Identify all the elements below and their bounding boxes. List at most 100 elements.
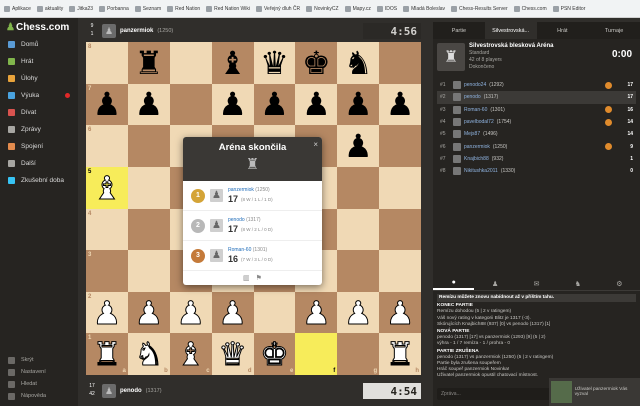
standings-player-name[interactable]: Roman-60: [464, 107, 487, 113]
board-square[interactable]: [253, 291, 296, 334]
standings-row[interactable]: #8 Nikitushka2011 (1330) 0: [437, 165, 636, 177]
avatar[interactable]: ♟: [102, 24, 116, 38]
white-pawn-icon[interactable]: ♟: [343, 296, 373, 329]
bookmark-item[interactable]: Red Nation: [167, 5, 200, 12]
white-pawn-icon[interactable]: ♟: [134, 296, 164, 329]
messages-tab-icon[interactable]: ✉: [516, 277, 557, 290]
board-square[interactable]: 2 ♟: [86, 291, 128, 334]
board-square[interactable]: 3: [86, 250, 128, 292]
result-player[interactable]: panzermiok (1250): [228, 187, 273, 193]
sidebar-bottom-item[interactable]: Nápověda: [0, 390, 78, 402]
board-square[interactable]: f: [295, 333, 338, 375]
black-pawn-icon[interactable]: ♟: [344, 130, 373, 162]
board-square[interactable]: [169, 83, 212, 126]
board-square[interactable]: ♟: [379, 83, 421, 126]
bookmark-item[interactable]: Chess.com: [513, 5, 547, 12]
white-knight-icon[interactable]: ♞: [134, 338, 164, 371]
close-icon[interactable]: ×: [313, 140, 318, 149]
board-square[interactable]: [127, 166, 170, 209]
bookmark-item[interactable]: Veřejný dluh ČR: [256, 5, 300, 12]
tab-2[interactable]: Hrát: [537, 22, 589, 39]
bookmark-item[interactable]: Mladá Boleslav: [403, 5, 445, 12]
board-square[interactable]: 6: [86, 125, 128, 167]
board-square[interactable]: ♟: [211, 291, 254, 334]
white-pawn-icon[interactable]: ♟: [385, 296, 415, 329]
board-square[interactable]: [169, 42, 212, 84]
challenge-notification[interactable]: Uživatel panzermiok Vás vyzval: [549, 378, 640, 406]
board-square[interactable]: [337, 166, 380, 209]
tab-1[interactable]: Silvestrovská...: [484, 22, 537, 39]
sidebar-item[interactable]: Dívat: [0, 104, 78, 121]
sidebar-bottom-item[interactable]: Hledat: [0, 378, 78, 390]
players-tab-icon[interactable]: ♟: [474, 277, 515, 290]
white-rook-icon[interactable]: ♜: [385, 338, 415, 371]
chat-tab-icon[interactable]: ●: [433, 277, 475, 290]
board-square[interactable]: ♛: [253, 42, 296, 84]
bookmark-item[interactable]: Chess-Results Server: [450, 5, 508, 12]
sidebar-item[interactable]: Spojení: [0, 138, 78, 155]
bookmark-item[interactable]: Porbanna: [99, 5, 129, 12]
white-bishop-icon[interactable]: ♝: [176, 338, 206, 371]
board-square[interactable]: g: [337, 333, 380, 375]
white-rook-icon[interactable]: ♜: [92, 338, 122, 371]
standings-icon[interactable]: ▥: [243, 274, 250, 282]
standings-row[interactable]: #4 pavelbodal72 (1754) 14: [437, 116, 636, 128]
sidebar-item[interactable]: Hrát: [0, 53, 78, 70]
avatar[interactable]: ♟: [102, 384, 116, 398]
black-pawn-icon[interactable]: ♟: [302, 88, 331, 120]
sidebar-item[interactable]: Zprávy: [0, 121, 78, 138]
standings-row[interactable]: #1 penodo24 (1292) 17: [437, 79, 636, 91]
top-player-name[interactable]: panzermiok: [120, 28, 153, 34]
sidebar-bottom-item[interactable]: Skrýt: [0, 354, 78, 366]
sidebar-item[interactable]: Výuka: [0, 87, 78, 104]
board-square[interactable]: 4: [86, 208, 128, 251]
standings-player-name[interactable]: penodo24: [464, 82, 486, 88]
result-player[interactable]: penodo (1317): [228, 217, 273, 223]
board-square[interactable]: [337, 250, 380, 292]
board-square[interactable]: ♟: [211, 83, 254, 126]
bookmark-item[interactable]: aktuality: [36, 5, 63, 12]
board-square[interactable]: [127, 125, 170, 167]
board-square[interactable]: 5 ♝: [86, 166, 128, 209]
black-knight-icon[interactable]: ♞: [344, 47, 373, 79]
board-square[interactable]: [379, 42, 421, 84]
black-pawn-icon[interactable]: ♟: [134, 88, 163, 120]
board-square[interactable]: d ♛: [211, 333, 254, 375]
board-square[interactable]: [379, 125, 421, 167]
standings-player-name[interactable]: pavelbodal72: [464, 119, 494, 125]
board-square[interactable]: [379, 166, 421, 209]
white-pawn-icon[interactable]: ♟: [176, 296, 206, 329]
tab-3[interactable]: Turnaje: [588, 22, 640, 39]
standings-row[interactable]: #3 Roman-60 (1301) 16: [437, 104, 636, 116]
black-rook-icon[interactable]: ♜: [134, 47, 163, 79]
board-square[interactable]: ♟: [127, 83, 170, 126]
board-square[interactable]: ♞: [337, 42, 380, 84]
board-square[interactable]: 8: [86, 42, 128, 84]
board-square[interactable]: ♟: [379, 291, 421, 334]
white-pawn-icon[interactable]: ♟: [301, 296, 331, 329]
board-square[interactable]: e ♚: [253, 333, 296, 375]
board-square[interactable]: 1 a ♜: [86, 333, 128, 375]
board-square[interactable]: [379, 250, 421, 292]
board-square[interactable]: ♟: [337, 125, 380, 167]
standings-row[interactable]: #6 panzermiok (1250) 9: [437, 140, 636, 152]
bookmark-item[interactable]: IDOS: [376, 5, 397, 12]
standings-row[interactable]: #5 Mejs87 (1496) 14: [437, 128, 636, 140]
board-square[interactable]: [379, 208, 421, 251]
black-bishop-icon[interactable]: ♝: [218, 47, 247, 79]
black-pawn-icon[interactable]: ♟: [218, 88, 247, 120]
black-pawn-icon[interactable]: ♟: [93, 88, 122, 120]
sidebar-bottom-item[interactable]: Nastavení: [0, 366, 78, 378]
sidebar-item[interactable]: Další: [0, 155, 78, 172]
flag-icon[interactable]: ⚑: [256, 274, 262, 282]
bookmark-item[interactable]: Mapy.cz: [344, 5, 371, 12]
chess-logo[interactable]: ♟ Chess.com: [0, 18, 78, 36]
standings-row[interactable]: #7 Knajbich88 (932) 1: [437, 153, 636, 165]
tab-0[interactable]: Partie: [433, 22, 485, 39]
white-king-icon[interactable]: ♚: [260, 338, 290, 371]
black-king-icon[interactable]: ♚: [302, 47, 331, 79]
board-square[interactable]: ♟: [337, 83, 380, 126]
standings-player-name[interactable]: Knajbich88: [464, 156, 489, 162]
result-player[interactable]: Roman-60 (1301): [228, 247, 273, 253]
settings-tab-icon[interactable]: ⚙: [599, 277, 640, 290]
